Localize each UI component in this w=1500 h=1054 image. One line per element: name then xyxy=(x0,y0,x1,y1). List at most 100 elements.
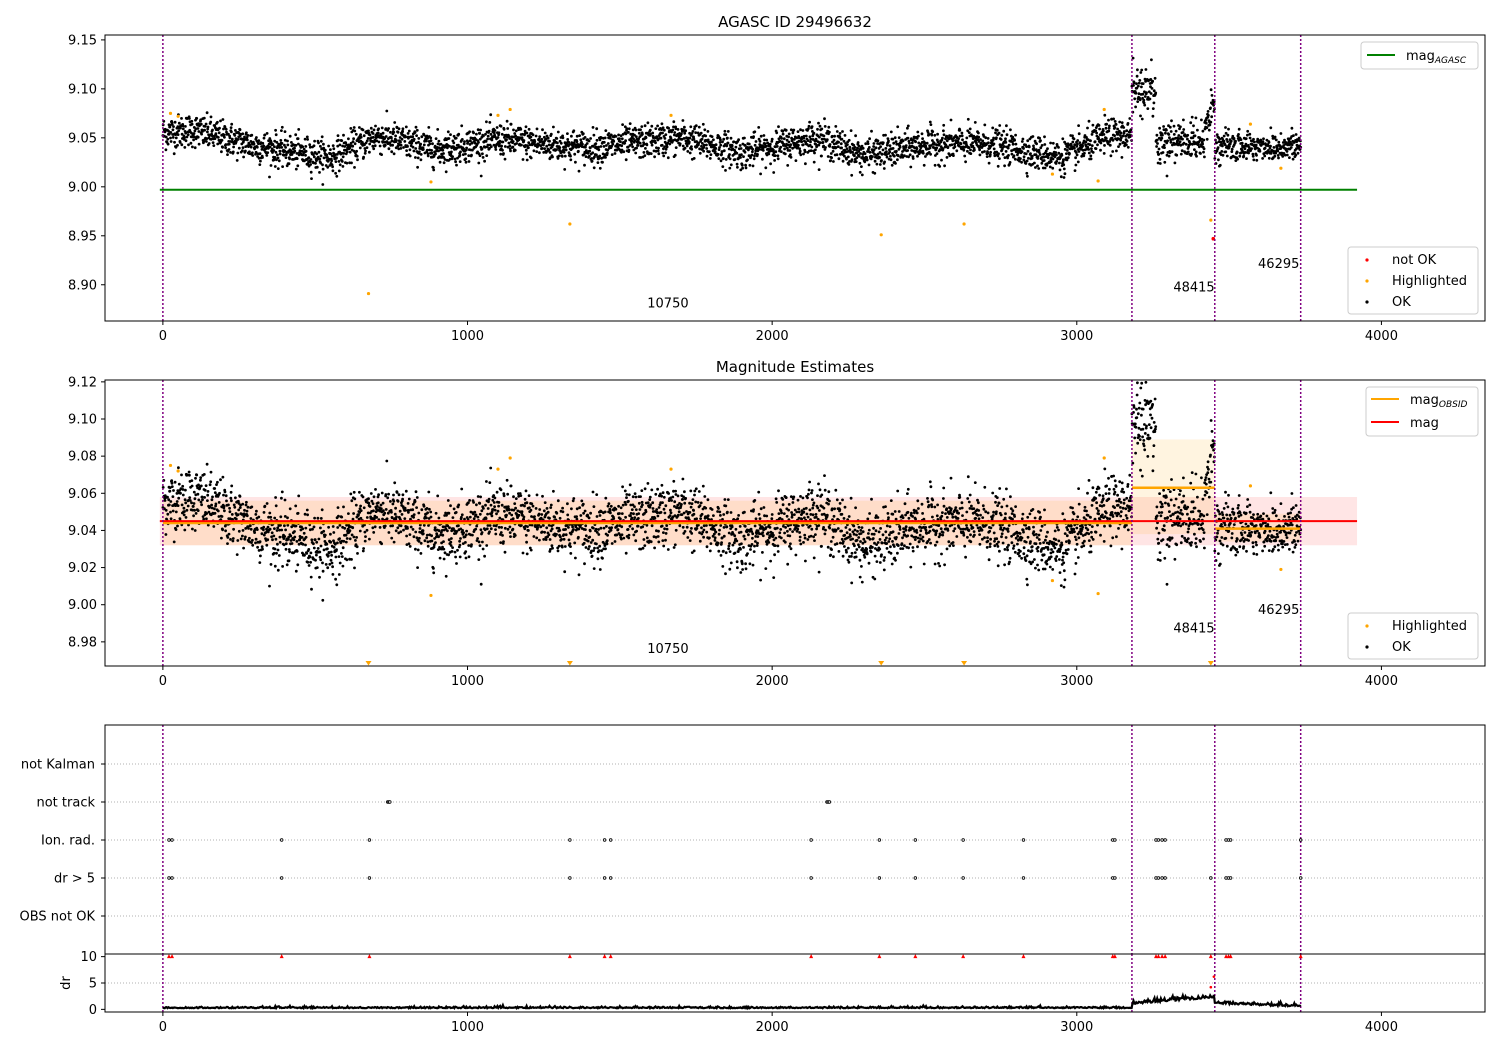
ok-point xyxy=(212,141,215,144)
ok-point xyxy=(242,547,245,550)
ok-point xyxy=(889,144,892,147)
ok-point xyxy=(783,148,786,151)
ok-point xyxy=(1077,124,1080,127)
ok-point xyxy=(319,145,322,148)
ok-point xyxy=(261,156,264,159)
ok-point xyxy=(829,159,832,162)
ok-point xyxy=(1033,162,1036,165)
ok-point xyxy=(728,167,731,170)
ok-point xyxy=(684,129,687,132)
ok-point xyxy=(304,544,307,547)
ok-point xyxy=(350,162,353,165)
ok-point xyxy=(459,160,462,163)
ok-point xyxy=(217,136,220,139)
ok-point xyxy=(837,145,840,148)
ok-point xyxy=(422,529,425,532)
ok-point xyxy=(603,141,606,144)
ok-point xyxy=(1218,138,1221,141)
ok-point xyxy=(727,142,730,145)
ok-point xyxy=(215,503,218,506)
ok-point xyxy=(268,512,271,515)
ok-point xyxy=(625,158,628,161)
ok-point xyxy=(283,524,286,527)
ok-point xyxy=(427,524,430,527)
ok-point xyxy=(279,153,282,156)
ok-point xyxy=(983,150,986,153)
ok-point xyxy=(718,146,721,149)
ok-point xyxy=(930,123,933,126)
ok-point xyxy=(479,129,482,132)
ok-point xyxy=(310,171,313,174)
ok-point xyxy=(769,162,772,165)
ok-point xyxy=(930,134,933,137)
ok-point xyxy=(422,532,425,535)
ok-point xyxy=(319,558,322,561)
ok-point xyxy=(1076,154,1079,157)
ok-point xyxy=(1295,133,1298,136)
ok-point xyxy=(200,485,203,488)
panel-agasc-y-tick-label: 9.00 xyxy=(68,180,97,195)
ok-point xyxy=(181,485,184,488)
ok-point xyxy=(890,131,893,134)
ok-point xyxy=(997,152,1000,155)
ok-point xyxy=(773,159,776,162)
ok-point xyxy=(737,138,740,141)
ok-point xyxy=(467,501,470,504)
ok-point xyxy=(318,538,321,541)
ok-point xyxy=(374,125,377,128)
ok-point xyxy=(247,527,250,530)
ok-point xyxy=(800,140,803,143)
ok-point xyxy=(809,135,812,138)
ok-point xyxy=(336,542,339,545)
ok-point xyxy=(358,491,361,494)
highlighted-point xyxy=(669,114,672,117)
ok-point xyxy=(1061,154,1064,157)
ok-point xyxy=(1095,147,1098,150)
ok-point xyxy=(165,533,168,536)
ok-point xyxy=(341,555,344,558)
ok-point xyxy=(1006,133,1009,136)
ok-point xyxy=(830,152,833,155)
ok-point xyxy=(1133,97,1136,100)
ok-point xyxy=(935,147,938,150)
ok-point xyxy=(799,150,802,153)
ok-point xyxy=(408,542,411,545)
ok-point xyxy=(483,160,486,163)
legend-label: Highlighted xyxy=(1392,274,1467,289)
ok-point xyxy=(352,512,355,515)
ok-point xyxy=(544,132,547,135)
ok-point xyxy=(690,145,693,148)
ok-point xyxy=(355,504,358,507)
ok-point xyxy=(1004,141,1007,144)
ok-point xyxy=(830,156,833,159)
ok-point xyxy=(1175,154,1178,157)
ok-point xyxy=(454,551,457,554)
ok-point xyxy=(286,144,289,147)
ok-point xyxy=(899,146,902,149)
ok-point xyxy=(420,135,423,138)
ok-point xyxy=(742,155,745,158)
ok-point xyxy=(525,153,528,156)
ok-point xyxy=(857,141,860,144)
ok-point xyxy=(1156,142,1159,145)
ok-point xyxy=(853,154,856,157)
ok-point xyxy=(611,143,614,146)
ok-point xyxy=(775,131,778,134)
ok-point xyxy=(1108,125,1111,128)
ok-point xyxy=(774,154,777,157)
ok-point xyxy=(279,524,282,527)
ok-point xyxy=(506,120,509,123)
ok-point xyxy=(1032,135,1035,138)
ok-point xyxy=(570,135,573,138)
ok-point xyxy=(651,144,654,147)
ok-point xyxy=(293,150,296,153)
ok-point xyxy=(635,129,638,132)
ok-point xyxy=(426,511,429,514)
ok-point xyxy=(332,169,335,172)
ok-point xyxy=(563,168,566,171)
panel-agasc: AGASC ID 29496632 1075048415462950100020… xyxy=(68,13,1485,344)
ok-point xyxy=(256,146,259,149)
ok-point xyxy=(360,136,363,139)
ok-point xyxy=(951,139,954,142)
ok-point xyxy=(239,495,242,498)
